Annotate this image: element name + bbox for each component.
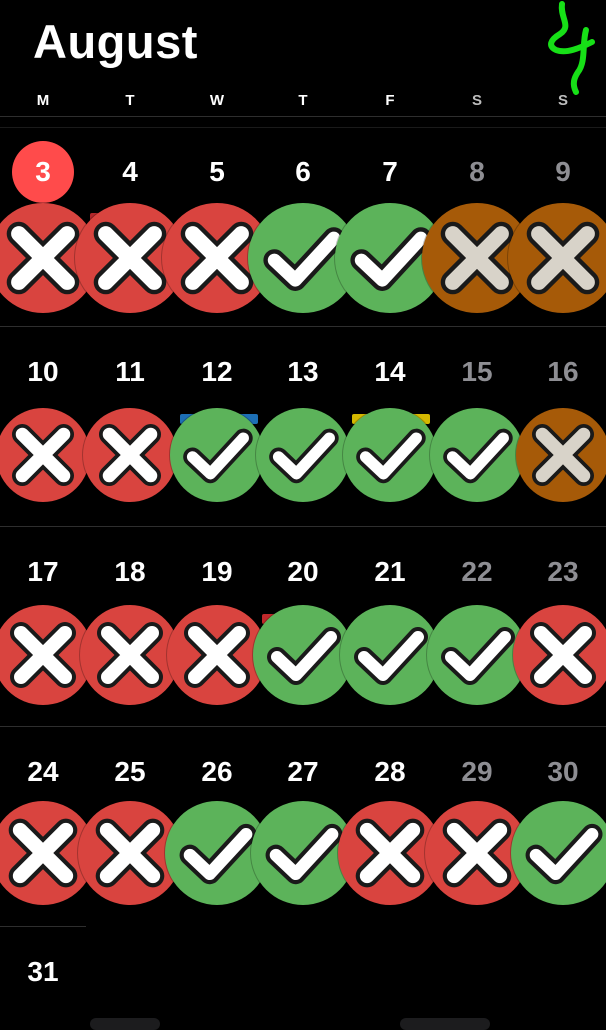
day-number[interactable]: 14 xyxy=(347,352,433,392)
day-number-label: 8 xyxy=(469,156,485,187)
day-number[interactable]: 22 xyxy=(434,552,520,592)
x-icon[interactable] xyxy=(508,203,606,313)
day-number[interactable]: 13 xyxy=(260,352,346,392)
x-icon[interactable] xyxy=(80,605,180,705)
weekday-label: T xyxy=(125,92,135,109)
weekday-label: S xyxy=(557,92,568,109)
bottom-event-hint xyxy=(400,1018,490,1030)
day-number-label: 11 xyxy=(115,356,145,387)
day-number[interactable]: 16 xyxy=(520,352,606,392)
day-number[interactable]: 21 xyxy=(347,552,433,592)
check-icon[interactable] xyxy=(253,605,353,705)
day-number[interactable]: 30 xyxy=(520,752,606,792)
day-number[interactable]: 10 xyxy=(0,352,86,392)
weekday-header-row: MTWTFSS xyxy=(0,92,606,112)
day-number[interactable]: 31 xyxy=(0,952,86,992)
month-title: August xyxy=(33,15,198,68)
weekday-label: M xyxy=(36,92,50,109)
day-number[interactable]: 12 xyxy=(174,352,260,392)
day-number-label: 31 xyxy=(27,956,59,987)
day-number-label: 20 xyxy=(287,556,319,587)
day-number-label: 22 xyxy=(461,556,493,587)
day-number[interactable]: 6 xyxy=(260,152,346,192)
week-divider xyxy=(0,926,86,927)
header-divider-2 xyxy=(0,127,606,128)
day-number-label: 14 xyxy=(374,356,406,387)
day-number[interactable]: 25 xyxy=(87,752,173,792)
bottom-event-hint xyxy=(90,1018,160,1030)
check-icon[interactable] xyxy=(511,801,606,905)
check-icon[interactable] xyxy=(170,408,264,502)
day-number-label: 5 xyxy=(209,156,225,187)
day-number[interactable]: 26 xyxy=(174,752,260,792)
day-number-label: 10 xyxy=(27,356,59,387)
day-number[interactable]: 18 xyxy=(87,552,173,592)
weekday-label: S xyxy=(471,92,482,109)
week-divider xyxy=(0,326,606,327)
day-number[interactable]: 27 xyxy=(260,752,346,792)
day-number[interactable]: 17 xyxy=(0,552,86,592)
day-number-label: 24 xyxy=(27,756,59,787)
check-icon[interactable] xyxy=(256,408,350,502)
weekday-label: W xyxy=(209,92,225,109)
day-number-label: 6 xyxy=(295,156,311,187)
day-number[interactable]: 20 xyxy=(260,552,346,592)
check-icon[interactable] xyxy=(343,408,437,502)
check-icon[interactable] xyxy=(430,408,524,502)
day-number-label: 26 xyxy=(201,756,233,787)
day-number-label: 23 xyxy=(547,556,579,587)
x-icon[interactable] xyxy=(0,408,90,502)
day-number-label: 28 xyxy=(374,756,406,787)
day-number[interactable]: 5 xyxy=(174,152,260,192)
day-number-label: 27 xyxy=(287,756,319,787)
day-number-today[interactable]: 3 xyxy=(0,141,86,203)
day-number-label: 4 xyxy=(122,156,138,187)
day-number[interactable]: 29 xyxy=(434,752,520,792)
day-number-label: 18 xyxy=(114,556,146,587)
check-icon[interactable] xyxy=(340,605,440,705)
x-icon[interactable] xyxy=(513,605,606,705)
day-number[interactable]: 15 xyxy=(434,352,520,392)
day-number[interactable]: 4 xyxy=(87,152,173,192)
day-number[interactable]: 9 xyxy=(520,152,606,192)
x-icon[interactable] xyxy=(167,605,267,705)
weekday-label: F xyxy=(385,92,395,109)
day-number-label: 7 xyxy=(382,156,398,187)
day-number-label: 16 xyxy=(547,356,579,387)
check-icon[interactable] xyxy=(427,605,527,705)
day-number[interactable]: 23 xyxy=(520,552,606,592)
green-scribble-doodle xyxy=(548,1,595,95)
day-number-label: 17 xyxy=(27,556,59,587)
day-number[interactable]: 28 xyxy=(347,752,433,792)
week-divider xyxy=(0,726,606,727)
x-icon[interactable] xyxy=(83,408,177,502)
week-divider xyxy=(0,526,606,527)
day-number-label: 25 xyxy=(114,756,146,787)
day-number[interactable]: 24 xyxy=(0,752,86,792)
day-number-label: 3 xyxy=(12,141,74,203)
header-divider xyxy=(0,116,606,117)
day-number-label: 15 xyxy=(461,356,493,387)
day-number-label: 9 xyxy=(555,156,571,187)
day-number-label: 30 xyxy=(547,756,579,787)
weekday-label: T xyxy=(298,92,308,109)
day-number-label: 21 xyxy=(374,556,406,587)
day-number-label: 13 xyxy=(287,356,319,387)
day-number-label: 29 xyxy=(461,756,493,787)
day-number[interactable]: 8 xyxy=(434,152,520,192)
day-number-label: 12 xyxy=(201,356,233,387)
x-icon[interactable] xyxy=(516,408,606,502)
day-number-label: 19 xyxy=(201,556,233,587)
day-number[interactable]: 11 xyxy=(87,352,173,392)
day-number[interactable]: 7 xyxy=(347,152,433,192)
day-number[interactable]: 19 xyxy=(174,552,260,592)
